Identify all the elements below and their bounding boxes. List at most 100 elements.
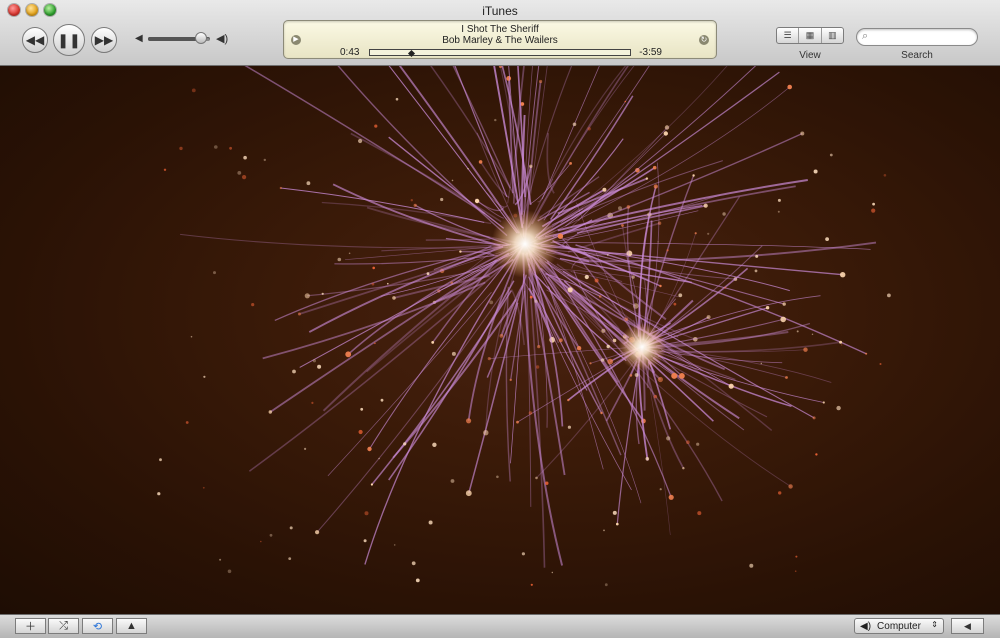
visualizer-particle xyxy=(626,250,633,257)
visualizer-particle xyxy=(787,84,792,90)
visualizer-particle xyxy=(840,272,846,278)
search-icon: ⌕ xyxy=(862,30,869,42)
visualizer-particle xyxy=(537,345,541,349)
visualizer-particle xyxy=(872,202,875,206)
list-view-icon[interactable]: ☰ xyxy=(777,28,800,43)
remaining-time: -3:59 xyxy=(639,47,662,58)
visualizer-particle xyxy=(242,175,247,180)
visualizer-particle xyxy=(535,476,538,480)
visualizer-particle xyxy=(203,375,206,378)
visualizer-particle xyxy=(760,362,762,365)
shuffle-button[interactable]: ⤮ xyxy=(48,618,79,634)
visualizer-particle xyxy=(157,492,161,496)
elapsed-time: 0:43 xyxy=(340,47,360,58)
visualizer-particle xyxy=(811,333,814,335)
visualizer-particle xyxy=(214,145,218,149)
visualizer-particle xyxy=(374,124,378,128)
speaker-selector[interactable]: ◀) Computer ⇕ xyxy=(854,618,944,634)
visualizer-particle xyxy=(358,429,363,435)
visualizer-particle xyxy=(251,303,255,307)
view-buttons: ☰ ▦ ▥ xyxy=(776,27,844,44)
visualizer-particle xyxy=(567,287,573,293)
fullscreen-button[interactable]: ◀ xyxy=(951,618,984,634)
window-title: iTunes xyxy=(482,4,518,18)
visualizer-particle xyxy=(191,88,196,93)
visualizer-particle xyxy=(584,274,589,280)
search-field[interactable]: ⌕ xyxy=(856,28,978,46)
visualizer-particle xyxy=(796,330,799,333)
visualizer-particle xyxy=(598,295,602,298)
speaker-label: Computer xyxy=(877,620,921,632)
visualizer-particle xyxy=(516,420,519,424)
visualizer-particle xyxy=(529,164,533,168)
add-playlist-button[interactable]: ＋ xyxy=(15,618,46,634)
visualizer-particle xyxy=(618,206,622,211)
visualizer-particle xyxy=(179,146,183,151)
artist-name: Bob Marley & The Wailers xyxy=(442,35,558,46)
visualizer-particle xyxy=(603,529,605,532)
progress-knob[interactable] xyxy=(407,49,416,58)
visualizer-particle xyxy=(722,212,726,216)
visualizer-particle xyxy=(459,250,462,253)
next-track-button[interactable]: ▶▶ xyxy=(91,27,117,53)
search-input[interactable] xyxy=(877,30,977,46)
visualizer-particle xyxy=(645,457,650,461)
visualizer-particle xyxy=(794,570,797,572)
fullscreen-icon: ◀ xyxy=(964,620,971,631)
visualizer-particle xyxy=(227,569,232,574)
visualizer[interactable] xyxy=(0,66,1000,614)
visualizer-particle xyxy=(657,376,664,383)
visualizer-particle xyxy=(506,76,512,81)
visualizer-particle xyxy=(317,364,322,369)
cover-flow-icon[interactable]: ▥ xyxy=(822,28,843,43)
visualizer-particle xyxy=(321,292,324,295)
visualizer-particle xyxy=(865,352,868,355)
visualizer-particle xyxy=(345,351,352,358)
visualizer-particle xyxy=(263,158,266,162)
visualizer-particle xyxy=(551,571,553,574)
visualizer-streak xyxy=(562,270,815,419)
visualizer-particle xyxy=(671,372,678,379)
visualizer-particle xyxy=(836,405,841,411)
visualizer-particle xyxy=(451,179,454,182)
visualizer-particle xyxy=(348,252,351,255)
visualizer-particle xyxy=(450,479,455,483)
visualizer-streak xyxy=(653,355,768,418)
visualizer-particle xyxy=(567,425,572,429)
visualizer-particle xyxy=(634,373,639,377)
visualizer-particle xyxy=(606,344,610,349)
visualizer-particle xyxy=(778,491,782,495)
visualizer-particle xyxy=(883,174,887,177)
visualizer-particle xyxy=(782,302,786,306)
visualizer-particle xyxy=(728,383,734,389)
show-artwork-button[interactable]: ▲ xyxy=(116,618,147,634)
visualizer-particle xyxy=(653,394,658,399)
visualizer-particle xyxy=(279,186,282,190)
previous-track-button[interactable]: ◀◀ xyxy=(22,27,48,53)
visualizer-particle xyxy=(594,278,599,283)
visualizer-particle xyxy=(659,284,662,288)
visualizer-particle xyxy=(292,369,296,374)
visualizer-particle xyxy=(304,293,310,299)
visualizer-particle xyxy=(666,249,669,252)
visualizer-streak xyxy=(334,254,498,265)
visualizer-particle xyxy=(489,300,494,305)
visualizer-particle xyxy=(645,177,649,180)
visualizer-particle xyxy=(410,199,413,202)
volume-high-icon: ◀) xyxy=(216,33,229,45)
play-pause-button[interactable]: ❚❚ xyxy=(53,24,85,56)
visualizer-streak xyxy=(452,66,511,189)
lcd-refresh-icon[interactable]: ↻ xyxy=(699,35,709,45)
visualizer-particle xyxy=(411,561,416,566)
volume-knob[interactable] xyxy=(194,32,207,44)
visualizer-particle xyxy=(706,315,711,320)
grid-view-icon[interactable]: ▦ xyxy=(799,28,822,43)
repeat-button[interactable]: ⟲ xyxy=(82,618,113,634)
visualizer-particle xyxy=(825,237,829,242)
visualizer-particle xyxy=(374,342,376,345)
view-label: View xyxy=(799,50,821,61)
progress-bar[interactable] xyxy=(369,49,631,58)
visualizer-particle xyxy=(624,100,627,103)
visualizer-particle xyxy=(312,359,316,363)
visualizer-particle xyxy=(268,410,272,414)
